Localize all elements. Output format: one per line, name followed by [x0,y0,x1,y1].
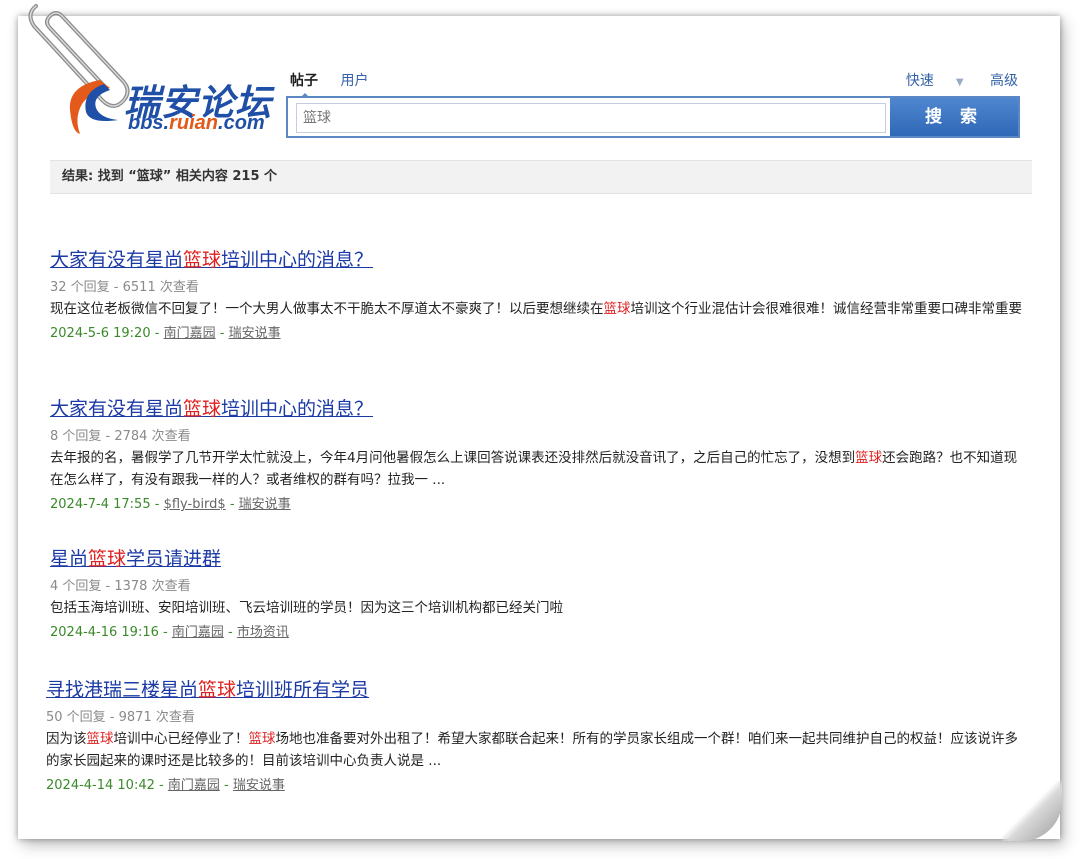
result-date: 2024-4-16 19:16 [50,625,159,640]
result-stats: 32 个回复 - 6511 次查看 [50,280,199,295]
author-link[interactable]: 南门嘉园 [164,326,216,341]
author-link[interactable]: 南门嘉园 [172,625,224,640]
quick-search-dropdown[interactable]: 快速 ▼ [884,73,964,89]
result-date: 2024-5-6 19:20 [50,326,151,341]
list-item: 大家有没有星尚篮球培训中心的消息？ 8 个回复 - 2784 次查看 去年报的名… [50,394,1025,512]
tab-posts[interactable]: 帖子 [290,70,318,99]
result-snippet: 因为该篮球培训中心已经停业了！篮球场地也准备要对外出租了！希望大家都联合起来！所… [46,731,1018,769]
author-link[interactable]: 南门嘉园 [168,778,220,793]
forum-link[interactable]: 瑞安说事 [229,326,281,341]
result-summary: 结果: 找到 “篮球” 相关内容 215 个 [50,160,1032,194]
result-title-link[interactable]: 星尚篮球学员请进群 [50,544,221,571]
site-logo[interactable]: 瑞安论坛 bbs.ruian.com [60,62,275,142]
result-title-link[interactable]: 大家有没有星尚篮球培训中心的消息？ [50,394,373,421]
list-item: 大家有没有星尚篮球培训中心的消息？ 32 个回复 - 6511 次查看 现在这位… [50,245,1025,341]
tab-users[interactable]: 用户 [340,70,368,90]
result-snippet: 去年报的名，暑假学了几节开学太忙就没上，今年4月问他暑假怎么上课回答说课表还没排… [50,450,1018,488]
chevron-down-icon: ▼ [955,77,964,88]
advanced-search-link[interactable]: 高级 [990,73,1018,89]
search-input[interactable]: 篮球 [296,103,886,133]
forum-link[interactable]: 瑞安说事 [233,778,285,793]
result-stats: 4 个回复 - 1378 次查看 [50,579,191,594]
result-footer: 2024-5-6 19:20 - 南门嘉园 - 瑞安说事 [50,326,281,341]
logo-url: bbs.ruian.com [128,112,265,134]
forum-link[interactable]: 瑞安说事 [239,497,291,512]
forum-link[interactable]: 市场资讯 [237,625,289,640]
result-date: 2024-7-4 17:55 [50,497,151,512]
result-date: 2024-4-14 10:42 [46,778,155,793]
search-button[interactable]: 搜 索 [890,98,1018,136]
author-link[interactable]: $fly-bird$ [164,497,226,512]
result-footer: 2024-4-14 10:42 - 南门嘉园 - 瑞安说事 [46,778,285,793]
result-title-link[interactable]: 寻找港瑞三楼星尚篮球培训班所有学员 [46,675,369,702]
list-item: 星尚篮球学员请进群 4 个回复 - 1378 次查看 包括玉海培训班、安阳培训班… [50,544,1025,640]
result-footer: 2024-7-4 17:55 - $fly-bird$ - 瑞安说事 [50,497,291,512]
result-snippet: 包括玉海培训班、安阳培训班、飞云培训班的学员！因为这三个培训机构都已经关门啦 [50,600,563,616]
result-stats: 8 个回复 - 2784 次查看 [50,429,191,444]
logo-swoosh-icon [69,80,118,134]
search-options: 快速 ▼ 高级 [862,70,1018,90]
result-footer: 2024-4-16 19:16 - 南门嘉园 - 市场资讯 [50,625,289,640]
list-item: 寻找港瑞三楼星尚篮球培训班所有学员 50 个回复 - 9871 次查看 因为该篮… [46,675,1021,793]
result-title-link[interactable]: 大家有没有星尚篮球培训中心的消息？ [50,245,373,272]
search-bar: 篮球 搜 索 [286,96,1020,138]
result-snippet: 现在这位老板微信不回复了！一个大男人做事太不干脆太不厚道太不豪爽了！以后要想继续… [50,301,1022,317]
result-stats: 50 个回复 - 9871 次查看 [46,710,195,725]
search-tabs: 帖子 用户 [290,70,386,99]
